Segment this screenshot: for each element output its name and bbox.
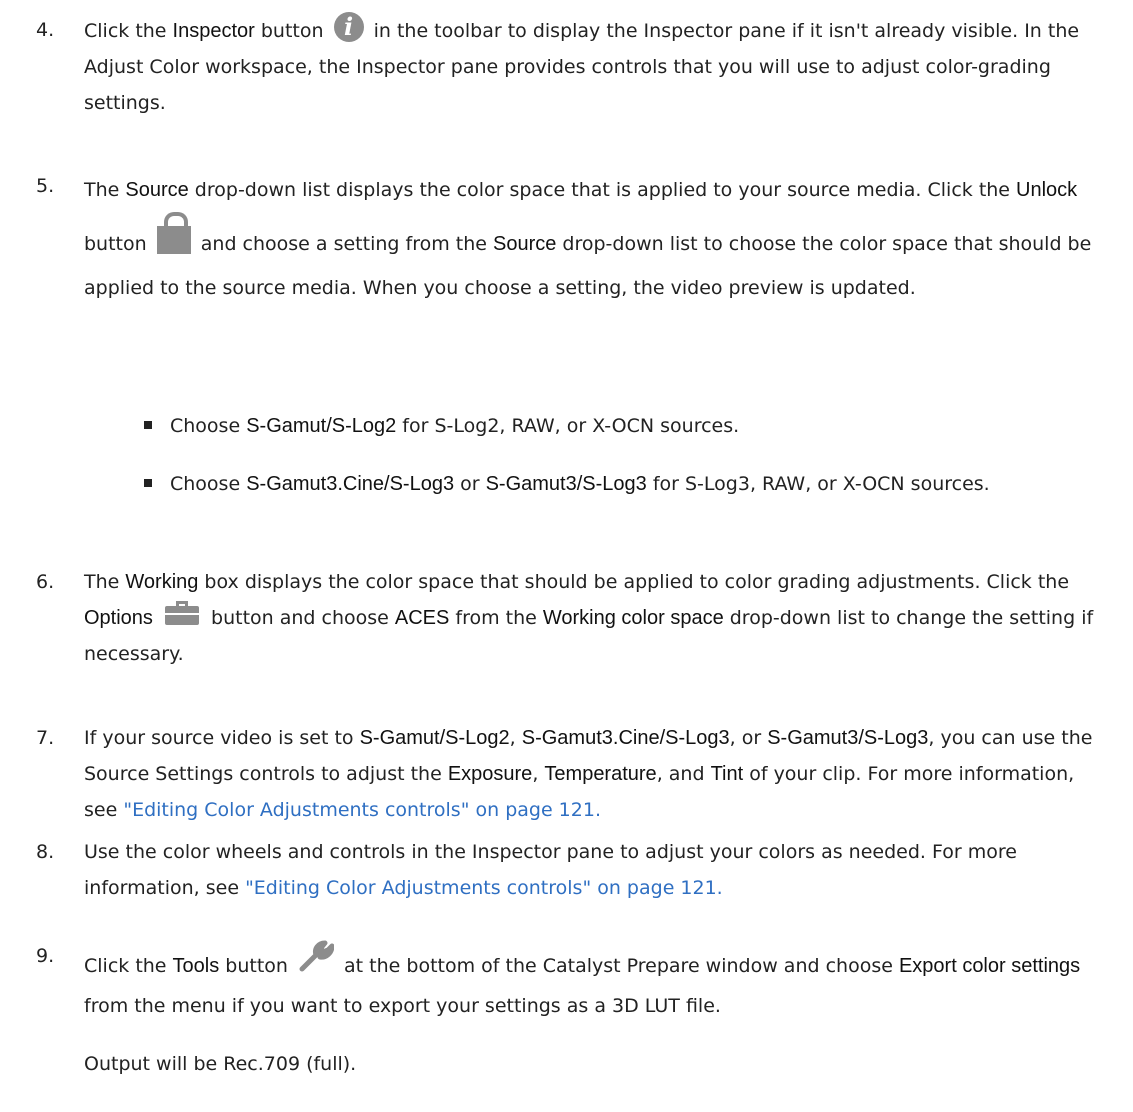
bullet-item: Choose S-Gamut/S-Log2 for S-Log2, RAW, o… [144, 408, 1111, 444]
step-paragraph: Click the Tools button at the bottom of … [84, 938, 1111, 1026]
document-page: 4. Click the Inspector button i in the t… [0, 0, 1133, 1112]
step-paragraph: The Source drop-down list displays the c… [84, 179, 1092, 299]
ui-term: S-Gamut/S-Log2 [246, 415, 397, 437]
ui-term: Source [125, 179, 189, 201]
ui-term: S-Gamut3.Cine/S-Log3 [246, 473, 455, 495]
ui-term: Unlock [1016, 179, 1078, 201]
step-number: 8. [36, 841, 55, 863]
ui-term: Options [84, 607, 153, 629]
ui-term: Tools [172, 955, 220, 977]
ui-term: Temperature [544, 763, 657, 785]
bullet-text: Choose S-Gamut/S-Log2 for S-Log2, RAW, o… [170, 415, 740, 437]
step-body: The Working box displays the color space… [84, 564, 1111, 672]
step-paragraph: If your source video is set to S-Gamut/S… [84, 727, 1093, 821]
step-body: The Source drop-down list displays the c… [84, 168, 1111, 310]
lock-icon [156, 212, 191, 254]
ui-term: Working color space [542, 607, 724, 629]
wrench-icon [298, 938, 335, 974]
ui-term: S-Gamut3/S-Log3 [485, 473, 647, 495]
bullet-marker [144, 479, 152, 487]
step-paragraph: Use the color wheels and controls in the… [84, 841, 1017, 899]
ui-term: Inspector [172, 20, 255, 42]
ui-term: ACES [394, 607, 450, 629]
ui-term: S-Gamut3.Cine/S-Log3 [521, 727, 730, 749]
ui-term: Tint [710, 763, 744, 785]
bullet-text: Choose S-Gamut3.Cine/S-Log3 or S-Gamut3/… [170, 473, 990, 495]
step-number: 6. [36, 571, 55, 593]
step-number: 9. [36, 945, 55, 967]
step-body: Click the Inspector button i in the tool… [84, 12, 1111, 121]
step-number: 4. [36, 19, 55, 41]
step-body: Use the color wheels and controls in the… [84, 834, 1111, 906]
cross-reference-link[interactable]: "Editing Color Adjustments controls" on … [123, 799, 601, 821]
ui-term: Working [125, 571, 199, 593]
ui-term: Exposure [447, 763, 533, 785]
step-body: Click the Tools button at the bottom of … [84, 938, 1111, 1082]
briefcase-icon [164, 601, 199, 625]
step-body: If your source video is set to S-Gamut/S… [84, 720, 1111, 828]
step-number: 5. [36, 175, 55, 197]
step-number: 7. [36, 727, 55, 749]
step-note: Output will be Rec.709 (full). [84, 1053, 357, 1075]
bullet-item: Choose S-Gamut3.Cine/S-Log3 or S-Gamut3/… [144, 466, 1111, 502]
step-paragraph: Click the Inspector button i in the tool… [84, 12, 1080, 114]
step-paragraph: The Working box displays the color space… [84, 571, 1094, 665]
info-icon: i [333, 12, 364, 42]
bullet-marker [144, 421, 152, 429]
ui-term: Source [492, 233, 557, 255]
cross-reference-link[interactable]: "Editing Color Adjustments controls" on … [245, 877, 723, 899]
ui-term: S-Gamut3/S-Log3 [767, 727, 929, 749]
ui-term: Export color settings [898, 955, 1081, 977]
ui-term: S-Gamut/S-Log2 [359, 727, 510, 749]
